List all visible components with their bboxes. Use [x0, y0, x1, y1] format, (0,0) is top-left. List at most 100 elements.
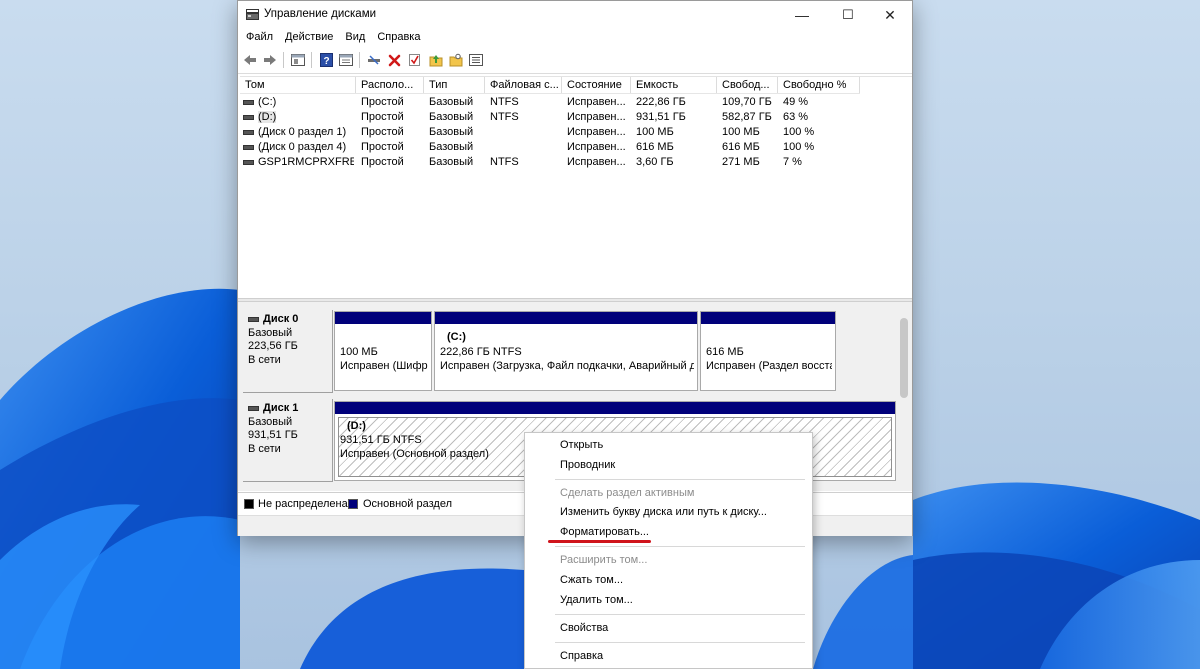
- menu-item-explorer[interactable]: Проводник: [560, 458, 615, 472]
- table-row[interactable]: (D:) Простой Базовый NTFS Исправен... 93…: [240, 110, 880, 125]
- minimize-icon: —: [795, 7, 809, 23]
- help-icon: ?: [319, 53, 333, 67]
- table-row[interactable]: GSP1RMCPRXFRE... Простой Базовый NTFS Ис…: [240, 155, 880, 170]
- partition-bar: [701, 312, 835, 324]
- volume-status: Исправен...: [567, 156, 626, 168]
- table-row[interactable]: (C:) Простой Базовый NTFS Исправен... 22…: [240, 95, 880, 110]
- menu-action[interactable]: Действие: [279, 29, 339, 47]
- folder-up-button[interactable]: [428, 52, 444, 68]
- check-icon: [408, 54, 420, 66]
- connect-button[interactable]: [366, 52, 382, 68]
- partition-size: 616 МБ: [706, 346, 744, 358]
- disk-type: Базовый: [248, 415, 293, 428]
- partition-bar: [435, 312, 697, 324]
- column-header-volume[interactable]: Том: [240, 77, 356, 93]
- menu-help[interactable]: Справка: [371, 29, 426, 47]
- partition-size: 100 МБ: [340, 346, 378, 358]
- partition-disk0-recovery-efi[interactable]: 100 МБ Исправен (Шифр: [334, 311, 432, 391]
- disk-size: 223,56 ГБ: [248, 340, 298, 352]
- disk-state: В сети: [248, 353, 281, 366]
- column-header-capacity[interactable]: Емкость: [631, 77, 717, 93]
- legend-primary: Основной раздел: [363, 498, 452, 510]
- menu-separator: [555, 479, 805, 480]
- forward-button[interactable]: [262, 52, 278, 68]
- partition-size: 222,86 ГБ NTFS: [440, 346, 522, 358]
- folder-up-icon: [429, 55, 443, 67]
- volume-free: 582,87 ГБ: [722, 111, 772, 123]
- back-button[interactable]: [242, 52, 258, 68]
- close-icon: ✕: [884, 6, 896, 23]
- column-header-filesystem[interactable]: Файловая с...: [485, 77, 562, 93]
- volume-filesystem: NTFS: [490, 96, 519, 108]
- partition-title: (C:): [447, 331, 466, 343]
- column-header-free[interactable]: Свобод...: [717, 77, 778, 93]
- minimize-button[interactable]: —: [780, 1, 824, 29]
- volume-status: Исправен...: [567, 96, 626, 108]
- partition-disk0-recovery[interactable]: 616 МБ Исправен (Раздел восста: [700, 311, 836, 391]
- disk-state: В сети: [248, 442, 281, 455]
- volume-status: Исправен...: [567, 111, 626, 123]
- table-row[interactable]: (Диск 0 раздел 4) Простой Базовый Исправ…: [240, 140, 880, 155]
- toolbar-separator: [311, 52, 312, 68]
- vertical-scrollbar[interactable]: [900, 318, 908, 398]
- properties-pane-button[interactable]: [290, 52, 306, 68]
- menu-item-properties[interactable]: Свойства: [560, 621, 608, 635]
- volume-type: Базовый: [429, 141, 474, 153]
- menu-item-delete-volume[interactable]: Удалить том...: [560, 593, 633, 607]
- column-header-status[interactable]: Состояние: [562, 77, 631, 93]
- maximize-button[interactable]: ☐: [826, 1, 870, 29]
- disk-management-app-icon: [246, 9, 259, 20]
- menu-item-mark-active: Сделать раздел активным: [560, 487, 695, 499]
- volume-filesystem: NTFS: [490, 111, 519, 123]
- volume-capacity: 100 МБ: [636, 126, 674, 138]
- partition-title: (D:): [347, 420, 366, 432]
- volume-free: 271 МБ: [722, 156, 760, 168]
- column-header-layout[interactable]: Располо...: [356, 77, 424, 93]
- volume-icon: [243, 99, 254, 105]
- disk-0-label[interactable]: Диск 0 Базовый 223,56 ГБ В сети: [243, 310, 333, 393]
- close-button[interactable]: ✕: [868, 1, 912, 29]
- check-button[interactable]: [406, 52, 422, 68]
- volume-layout: Простой: [361, 156, 404, 168]
- toolbar-separator: [359, 52, 360, 68]
- folder-search-icon: [449, 53, 463, 67]
- volume-capacity: 222,86 ГБ: [636, 96, 686, 108]
- menu-item-shrink-volume[interactable]: Сжать том...: [560, 573, 623, 587]
- volume-free-percent: 63 %: [783, 111, 809, 123]
- disk-1-label[interactable]: Диск 1 Базовый 931,51 ГБ В сети: [243, 399, 333, 482]
- legend-swatch-unallocated: [244, 499, 254, 509]
- menu-item-open[interactable]: Открыть: [560, 438, 603, 452]
- menu-item-format[interactable]: Форматировать...: [560, 525, 649, 539]
- volume-free-percent: 7 %: [783, 156, 802, 168]
- volume-layout: Простой: [361, 141, 404, 153]
- help-button[interactable]: ?: [318, 52, 334, 68]
- menu-item-extend-volume: Расширить том...: [560, 554, 648, 566]
- details-button[interactable]: [468, 52, 484, 68]
- volume-icon: [243, 159, 254, 165]
- menu-separator: [555, 642, 805, 643]
- partition-status: Исправен (Загрузка, Файл подкачки, Авари…: [440, 360, 694, 372]
- volume-icon: [243, 129, 254, 135]
- table-row[interactable]: (Диск 0 раздел 1) Простой Базовый Исправ…: [240, 125, 880, 140]
- legend-unallocated: Не распределена: [258, 498, 348, 510]
- volume-icon: [243, 114, 254, 120]
- volume-free: 100 МБ: [722, 126, 760, 138]
- column-header-free-percent[interactable]: Свободно %: [778, 77, 860, 93]
- delete-button[interactable]: [386, 52, 402, 68]
- menu-file[interactable]: Файл: [238, 29, 279, 47]
- disk-size: 931,51 ГБ: [248, 429, 298, 441]
- menu-item-help[interactable]: Справка: [560, 649, 603, 663]
- connect-icon: [368, 55, 380, 65]
- menu-view[interactable]: Вид: [339, 29, 371, 47]
- context-menu: Открыть Проводник Сделать раздел активны…: [524, 432, 813, 669]
- menu-item-change-drive-letter[interactable]: Изменить букву диска или путь к диску...: [560, 505, 767, 519]
- title-bar[interactable]: Управление дисками — ☐ ✕: [238, 1, 912, 29]
- forward-icon: [264, 55, 276, 65]
- back-icon: [244, 55, 256, 65]
- volume-name: (Диск 0 раздел 1): [258, 126, 347, 138]
- column-header-type[interactable]: Тип: [424, 77, 485, 93]
- console-tree-button[interactable]: [338, 52, 354, 68]
- partition-disk0-c[interactable]: (C:) 222,86 ГБ NTFS Исправен (Загрузка, …: [434, 311, 698, 391]
- folder-search-button[interactable]: [448, 52, 464, 68]
- volume-free: 109,70 ГБ: [722, 96, 772, 108]
